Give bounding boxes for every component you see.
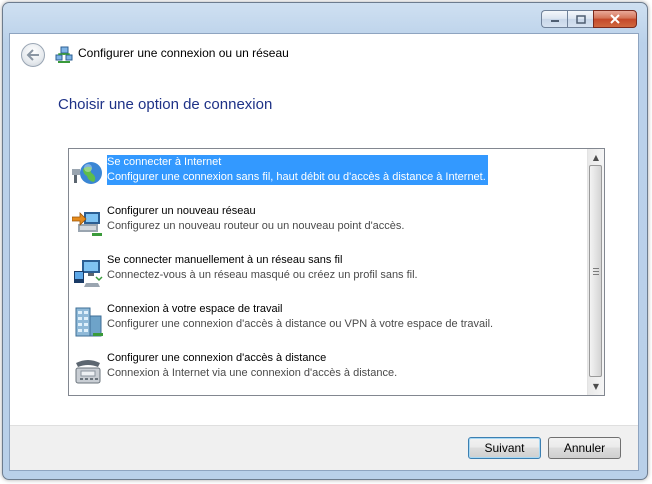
scroll-down-button[interactable]: ▼ (588, 378, 604, 395)
option-text: Connexion à votre espace de travail Conf… (107, 302, 493, 332)
cancel-button[interactable]: Annuler (548, 437, 621, 459)
button-bar: Suivant Annuler (10, 425, 638, 470)
option-description: Configurez un nouveau routeur ou un nouv… (107, 220, 405, 232)
option-title: Se connecter manuellement à un réseau sa… (107, 254, 343, 266)
chevron-up-icon: ▲ (592, 153, 600, 162)
workplace-building-icon (75, 307, 103, 337)
network-setup-icon (55, 46, 73, 63)
scroll-up-button[interactable]: ▲ (588, 149, 604, 166)
caption-buttons (541, 10, 637, 28)
option-title: Configurer une connexion d'accès à dista… (107, 352, 327, 364)
back-button[interactable] (21, 43, 45, 67)
new-network-icon (72, 212, 102, 236)
minimize-button[interactable] (541, 10, 567, 28)
option-workplace[interactable]: Connexion à votre espace de travail Conf… (69, 302, 585, 344)
vertical-scrollbar[interactable]: ▲ ▼ (587, 149, 604, 395)
dialog-window: Configurer une connexion ou un réseau Ch… (2, 2, 648, 480)
option-text: Se connecter à Internet Configurer une c… (107, 155, 488, 185)
option-text: Se connecter manuellement à un réseau sa… (107, 253, 418, 283)
option-title: Connexion à votre espace de travail (107, 303, 283, 315)
close-icon (610, 14, 620, 24)
connection-options-list[interactable]: Se connecter à Internet Configurer une c… (68, 148, 605, 396)
option-description: Connectez-vous à un réseau masqué ou cré… (107, 269, 418, 281)
grip-icon (592, 267, 599, 275)
minimize-icon (550, 20, 559, 22)
next-button[interactable]: Suivant (468, 437, 541, 459)
close-button[interactable] (593, 10, 637, 28)
option-description: Connexion à Internet via une connexion d… (107, 367, 398, 379)
option-dialup[interactable]: Configurer une connexion d'accès à dista… (69, 351, 585, 393)
option-text: Configurer une connexion d'accès à dista… (107, 351, 397, 381)
option-title: Se connecter à Internet (107, 156, 222, 168)
scroll-thumb[interactable] (589, 165, 602, 377)
wizard-client-area: Configurer une connexion ou un réseau Ch… (9, 33, 639, 471)
option-text: Configurer un nouveau réseau Configurez … (107, 204, 404, 234)
option-new-network[interactable]: Configurer un nouveau réseau Configurez … (69, 204, 585, 246)
maximize-button[interactable] (567, 10, 593, 28)
page-heading: Choisir une option de connexion (58, 96, 273, 113)
internet-globe-icon (72, 162, 102, 184)
back-arrow-icon (26, 49, 39, 61)
option-description: Configurer une connexion d'accès à dista… (107, 318, 494, 330)
option-internet[interactable]: Se connecter à Internet Configurer une c… (69, 155, 585, 197)
maximize-icon (575, 14, 586, 24)
option-manual-wireless[interactable]: Se connecter manuellement à un réseau sa… (69, 253, 585, 295)
option-description: Configurer une connexion sans fil, haut … (107, 171, 486, 183)
chevron-down-icon: ▼ (592, 382, 600, 391)
wireless-network-icon (74, 260, 103, 287)
dialup-phone-icon (75, 360, 101, 384)
window-title: Configurer une connexion ou un réseau (78, 46, 289, 60)
option-title: Configurer un nouveau réseau (107, 205, 256, 217)
